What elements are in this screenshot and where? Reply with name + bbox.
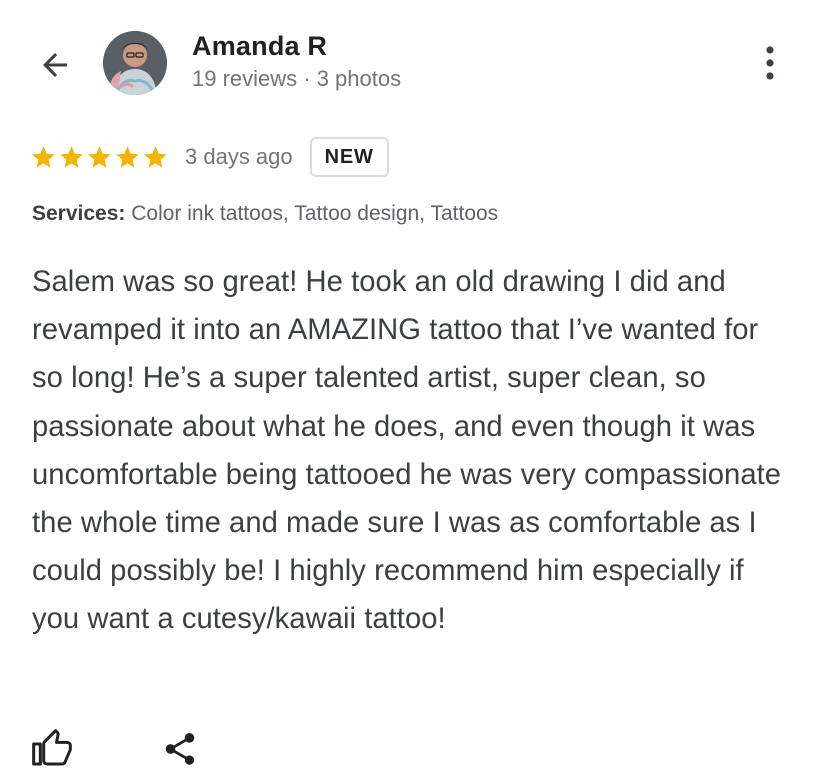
star-icon [88, 145, 111, 168]
review-header: Amanda R 19 reviews · 3 photos [0, 0, 826, 120]
new-badge: NEW [309, 137, 389, 177]
avatar[interactable] [103, 31, 167, 95]
star-icon [144, 145, 167, 168]
review-text: Salem was so great! He took an old drawi… [32, 266, 782, 636]
arrow-back-icon [43, 53, 67, 77]
services-line: Services: Color ink tattoos, Tattoo desi… [32, 202, 498, 226]
review-actions [30, 725, 202, 773]
author-name[interactable]: Amanda R [192, 31, 327, 62]
share-icon [165, 733, 195, 765]
services-label: Services: [32, 202, 126, 225]
star-icon [32, 145, 55, 168]
thumb-up-icon [32, 729, 72, 766]
review-date: 3 days ago [185, 144, 293, 169]
star-icon [116, 145, 139, 168]
more-vert-icon [766, 46, 774, 80]
star-rating [30, 144, 169, 171]
star-icon [60, 145, 83, 168]
services-value: Color ink tattoos, Tattoo design, Tattoo… [125, 202, 499, 225]
like-button[interactable] [30, 727, 74, 771]
back-button[interactable] [30, 40, 80, 90]
author-meta: 19 reviews · 3 photos [192, 66, 402, 91]
more-options-button[interactable] [752, 40, 788, 86]
rating-row: 3 days ago NEW [30, 134, 389, 180]
share-button[interactable] [158, 727, 202, 771]
